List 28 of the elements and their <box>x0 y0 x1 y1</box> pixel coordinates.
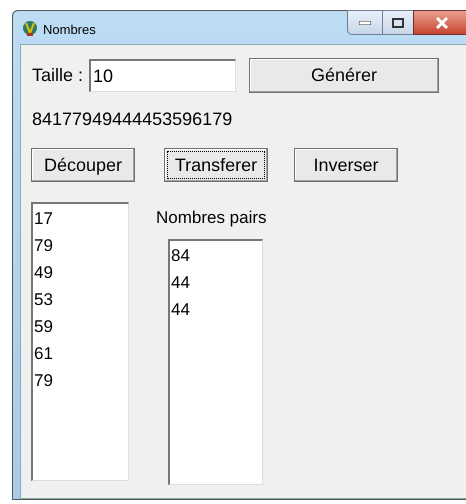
even-numbers-list[interactable]: 84 44 44 <box>168 238 263 484</box>
list-item[interactable]: 79 <box>34 232 128 259</box>
action-button[interactable]: Transferer <box>164 148 268 182</box>
close-icon <box>435 16 449 28</box>
app-icon <box>21 19 39 37</box>
action-button[interactable]: Inverser <box>294 148 398 182</box>
close-button[interactable] <box>413 10 466 35</box>
list-item[interactable]: 59 <box>34 313 128 340</box>
list-item[interactable]: 79 <box>34 367 128 394</box>
window-title: Nombres <box>43 21 96 39</box>
list-title: Nombres pairs <box>156 207 267 229</box>
action-button[interactable]: Générer <box>249 58 440 93</box>
list-item[interactable]: 17 <box>34 205 128 232</box>
maximize-button[interactable] <box>383 10 413 35</box>
generated-number: 84177949444453596179 <box>32 108 232 131</box>
list-item[interactable]: 61 <box>34 340 128 367</box>
minimize-button[interactable] <box>347 10 383 35</box>
size-field[interactable]: 10 <box>89 59 236 92</box>
list-item[interactable]: 44 <box>171 268 262 296</box>
size-label: Taille : <box>32 64 84 87</box>
minimize-icon <box>359 20 371 24</box>
list-item[interactable]: 49 <box>34 259 128 286</box>
list-item[interactable]: 53 <box>34 286 128 313</box>
maximize-icon <box>392 18 404 28</box>
numbers-list[interactable]: 17 79 49 53 59 61 79 <box>31 202 129 481</box>
list-item[interactable]: 84 <box>171 242 262 268</box>
list-item[interactable]: 44 <box>171 296 262 322</box>
action-button[interactable]: Découper <box>31 148 135 182</box>
